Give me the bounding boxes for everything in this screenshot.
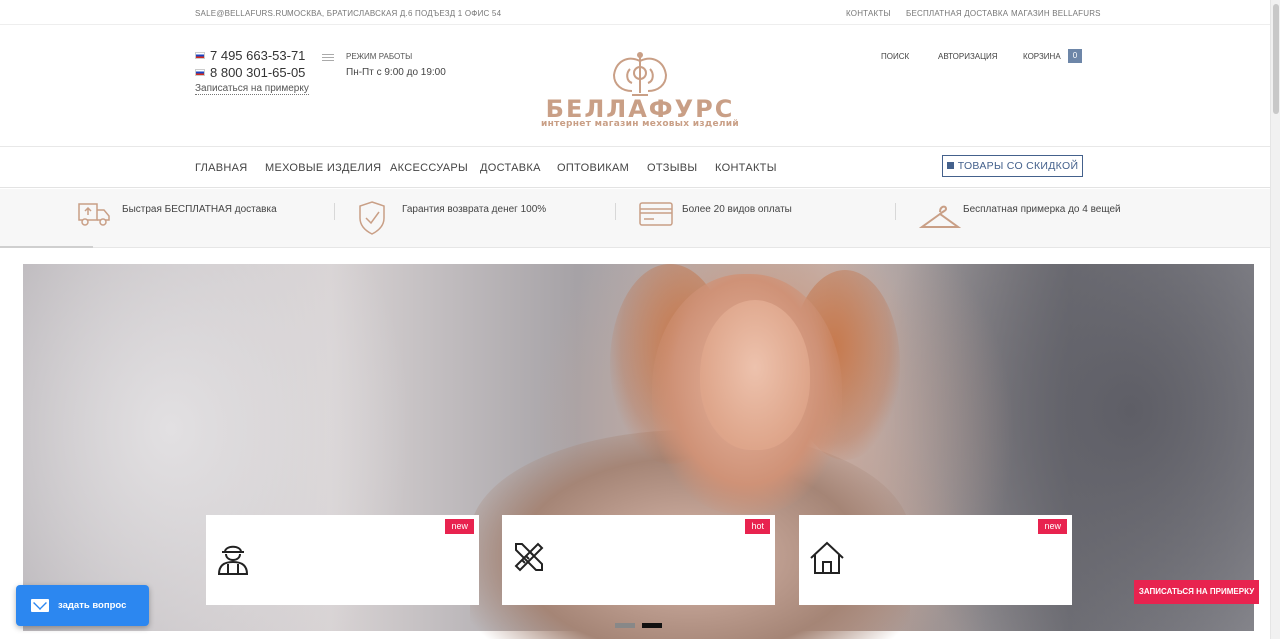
topbar-email[interactable]: SALE@BELLAFURS.RU [195, 9, 287, 18]
header: 7 495 663-53-71 8 800 301-65-05 Записать… [0, 25, 1270, 147]
hanger-icon [919, 205, 961, 228]
scrollbar[interactable] [1270, 0, 1280, 639]
truck-icon [78, 203, 110, 226]
feature-delivery-text: Быстрая БЕСПЛАТНАЯ доставка [122, 204, 277, 215]
feature-payment-text: Более 20 видов оплаты [682, 204, 792, 215]
feature-fitting-text: Бесплатная примерка до 4 вещей [963, 204, 1121, 215]
peacock-emblem-icon [612, 52, 668, 96]
cart-count-badge[interactable]: 0 [1068, 49, 1082, 63]
nav-item-delivery[interactable]: ДОСТАВКА [480, 162, 541, 174]
hours-value: Пн-Пт с 9:00 до 19:00 [346, 67, 446, 78]
credit-card-icon [639, 202, 673, 226]
main-nav: ГЛАВНАЯ МЕХОВЫЕ ИЗДЕЛИЯ АКСЕССУАРЫ ДОСТА… [0, 148, 1270, 188]
hours-title: РЕЖИМ РАБОТЫ [346, 52, 413, 61]
pencil-ruler-icon [514, 542, 544, 572]
scrollbar-thumb[interactable] [1273, 4, 1279, 114]
worker-icon [217, 545, 249, 575]
russia-flag-icon [195, 52, 205, 59]
gift-icon [946, 162, 954, 169]
feature-guarantee-text: Гарантия возврата денег 100% [402, 204, 547, 215]
fitting-link[interactable]: Записаться на примерку [195, 83, 309, 95]
phone-1[interactable]: 7 495 663-53-71 [195, 48, 305, 63]
slider-dot-active[interactable] [642, 623, 662, 628]
card-badge: new [1038, 519, 1067, 534]
divider [895, 203, 896, 220]
divider [334, 203, 335, 220]
card-badge: hot [745, 519, 770, 534]
shield-check-icon [359, 201, 385, 235]
slider-progress [0, 246, 93, 248]
ask-question-button[interactable]: задать вопрос [16, 585, 149, 626]
topbar-link-shop[interactable]: МАГАЗИН BELLAFURS [1011, 9, 1101, 18]
nav-item-home[interactable]: ГЛАВНАЯ [195, 162, 248, 174]
logo[interactable]: БЕЛЛАФУРС интернет магазин меховых издел… [530, 51, 750, 129]
russia-flag-icon [195, 69, 205, 76]
phone-2[interactable]: 8 800 301-65-05 [195, 65, 305, 80]
promo-card[interactable]: hot [502, 515, 775, 605]
logo-subtitle: интернет магазин меховых изделий [541, 119, 739, 129]
features-bar: Быстрая БЕСПЛАТНАЯ доставка Гарантия воз… [0, 189, 1270, 248]
envelope-icon [31, 599, 49, 612]
card-badge: new [445, 519, 474, 534]
menu-lines-icon [322, 54, 334, 64]
hero-face [700, 300, 810, 450]
promo-card[interactable]: new [206, 515, 479, 605]
home-icon [810, 541, 844, 574]
topbar-address: МОСКВА, БРАТИСЛАВСКАЯ Д.6 ПОДЪЕЗД 1 ОФИС… [287, 9, 502, 18]
nav-item-fur-products[interactable]: МЕХОВЫЕ ИЗДЕЛИЯ [265, 162, 381, 174]
topbar-link-free-delivery[interactable]: БЕСПЛАТНАЯ ДОСТАВКА [906, 9, 1008, 18]
topbar-link-contacts[interactable]: КОНТАКТЫ [846, 9, 891, 18]
nav-item-wholesale[interactable]: ОПТОВИКАМ [557, 162, 629, 174]
divider [615, 203, 616, 220]
discount-button[interactable]: ТОВАРЫ СО СКИДКОЙ [942, 155, 1083, 177]
nav-item-reviews[interactable]: ОТЗЫВЫ [647, 162, 697, 174]
search-link[interactable]: ПОИСК [881, 52, 909, 61]
cart-link[interactable]: КОРЗИНА [1023, 52, 1061, 61]
promo-card[interactable]: new [799, 515, 1072, 605]
auth-link[interactable]: АВТОРИЗАЦИЯ [938, 52, 998, 61]
nav-item-accessories[interactable]: АКСЕССУАРЫ [390, 162, 468, 174]
fitting-signup-button[interactable]: ЗАПИСАТЬСЯ НА ПРИМЕРКУ [1134, 580, 1259, 604]
ask-question-label: задать вопрос [58, 600, 127, 611]
top-bar: SALE@BELLAFURS.RU МОСКВА, БРАТИСЛАВСКАЯ … [0, 0, 1270, 25]
slider-dot[interactable] [615, 623, 635, 628]
nav-item-contacts[interactable]: КОНТАКТЫ [715, 162, 777, 174]
